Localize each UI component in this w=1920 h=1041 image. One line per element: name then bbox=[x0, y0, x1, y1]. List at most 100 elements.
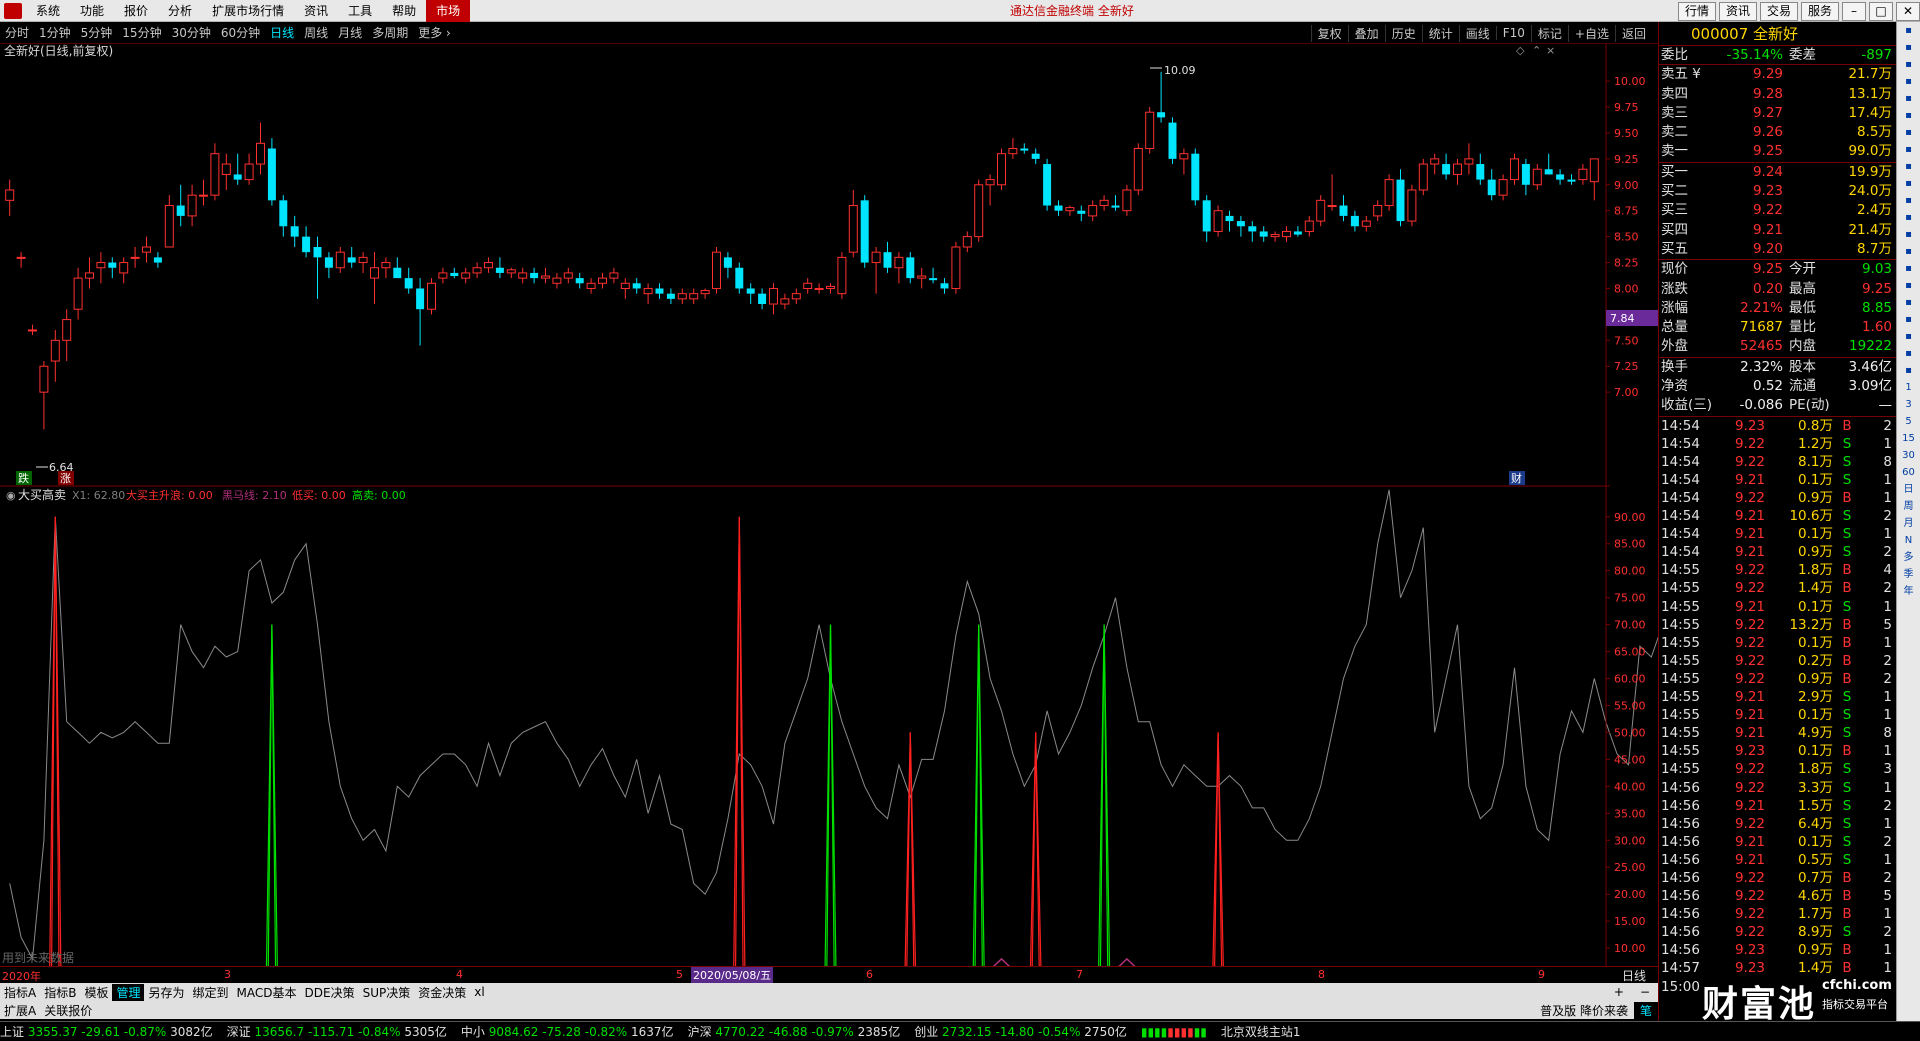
menu-quote[interactable]: 报价 bbox=[114, 0, 158, 22]
sidebar-period-年[interactable]: 年 bbox=[1897, 583, 1920, 600]
btn-trade[interactable]: 交易 bbox=[1759, 1, 1798, 21]
maximize-icon[interactable]: □ bbox=[1869, 1, 1893, 21]
chart2-icon[interactable]: ▪ bbox=[1897, 175, 1920, 192]
sidebar-period-30[interactable]: 30 bbox=[1897, 447, 1920, 464]
index-创业[interactable]: 创业 2732.15 -14.80 -0.54% 2750亿 bbox=[914, 1023, 1127, 1040]
tick-list[interactable]: 14:54 9.23 0.8万 B 2 14:54 9.22 1.2万 S 1 14:54 9.22 8… bbox=[1659, 417, 1896, 996]
chart-area[interactable]: 10.009.759.509.259.008.758.508.258.007.7… bbox=[0, 44, 1658, 968]
tool-stats[interactable]: 统计 bbox=[1421, 24, 1459, 42]
menu-help[interactable]: 帮助 bbox=[382, 0, 426, 22]
arrow-up-icon[interactable]: ▪ bbox=[1897, 56, 1920, 73]
sidebar-period-60[interactable]: 60 bbox=[1897, 464, 1920, 481]
period-more[interactable]: 更多 › bbox=[413, 24, 456, 41]
close-icon[interactable]: ✕ bbox=[1896, 1, 1920, 21]
table-icon[interactable]: ▪ bbox=[1897, 192, 1920, 209]
promo-text[interactable]: 普及版 降价来袭 bbox=[1534, 1002, 1634, 1019]
flag-icon[interactable]: ▪ bbox=[1897, 311, 1920, 328]
menu-news[interactable]: 资讯 bbox=[294, 0, 338, 22]
zoom-in-icon[interactable]: + bbox=[1606, 985, 1632, 999]
tool-add-watchlist[interactable]: +自选 bbox=[1567, 24, 1615, 42]
tool-history[interactable]: 历史 bbox=[1384, 24, 1422, 42]
btn-service[interactable]: 服务 bbox=[1800, 1, 1839, 21]
sidebar-period-多[interactable]: 多 bbox=[1897, 549, 1920, 566]
menu-extended-market[interactable]: 扩展市场行情 bbox=[202, 0, 294, 22]
period-weekly[interactable]: 周线 bbox=[299, 24, 333, 41]
sidebar-period-日[interactable]: 日 bbox=[1897, 481, 1920, 498]
sidebar-period-3[interactable]: 3 bbox=[1897, 396, 1920, 413]
line-icon[interactable]: ▪ bbox=[1897, 158, 1920, 175]
tool-f10[interactable]: F10 bbox=[1495, 26, 1531, 40]
sidebar-period-月[interactable]: 月 bbox=[1897, 515, 1920, 532]
list-icon[interactable]: ▪ bbox=[1897, 107, 1920, 124]
sidebar-period-N[interactable]: N bbox=[1897, 532, 1920, 549]
period-tick[interactable]: 分时 bbox=[0, 24, 34, 41]
tab-template[interactable]: 模板 bbox=[80, 984, 112, 1001]
diamond-icon[interactable]: ◇ bbox=[1516, 44, 1525, 57]
btn-quote[interactable]: 行情 bbox=[1677, 1, 1716, 21]
collapse-icon[interactable]: ◉ bbox=[6, 489, 16, 502]
tool-adjust[interactable]: 复权 bbox=[1310, 24, 1348, 42]
tab-bind[interactable]: 绑定到 bbox=[189, 984, 233, 1001]
chevron-up-icon[interactable]: ⌃ bbox=[1532, 44, 1541, 57]
index-中小[interactable]: 中小 9084.62 -75.28 -0.82% 1637亿 bbox=[461, 1023, 674, 1040]
tool-mark[interactable]: 标记 bbox=[1530, 24, 1568, 42]
box-icon[interactable]: ▪ bbox=[1897, 294, 1920, 311]
tool-back[interactable]: 返回 bbox=[1614, 24, 1652, 42]
plus-icon[interactable]: ▪ bbox=[1897, 260, 1920, 277]
menu-function[interactable]: 功能 bbox=[70, 0, 114, 22]
chart-icon[interactable]: ▪ bbox=[1897, 39, 1920, 56]
index-沪深[interactable]: 沪深 4770.22 -46.88 -0.97% 2385亿 bbox=[688, 1023, 901, 1040]
info-icon[interactable]: ▪ bbox=[1897, 209, 1920, 226]
tab-manage[interactable]: 管理 bbox=[112, 983, 145, 1001]
tab-indicator-a[interactable]: 指标A bbox=[0, 984, 40, 1001]
server-station[interactable]: 北京双线主站1 bbox=[1221, 1023, 1301, 1040]
bar-icon[interactable]: ▪ bbox=[1897, 90, 1920, 107]
menu-system[interactable]: 系统 bbox=[26, 0, 70, 22]
period-1min[interactable]: 1分钟 bbox=[34, 24, 76, 41]
sidebar-period-1[interactable]: 1 bbox=[1897, 379, 1920, 396]
period-60min[interactable]: 60分钟 bbox=[216, 24, 265, 41]
tab-xl[interactable]: xl bbox=[470, 985, 488, 999]
tab-indicator-b[interactable]: 指标B bbox=[40, 984, 80, 1001]
menu-analysis[interactable]: 分析 bbox=[158, 0, 202, 22]
grid-icon[interactable]: ▪ bbox=[1897, 141, 1920, 158]
index-深证[interactable]: 深证 13656.7 -115.71 -0.84% 5305亿 bbox=[227, 1023, 447, 1040]
minimize-icon[interactable]: – bbox=[1842, 1, 1866, 21]
period-5min[interactable]: 5分钟 bbox=[76, 24, 118, 41]
period-multi[interactable]: 多周期 bbox=[367, 24, 413, 41]
close-pane-icon[interactable]: × bbox=[1546, 44, 1555, 57]
tab-related-quote[interactable]: 关联报价 bbox=[40, 1002, 96, 1019]
period-30min[interactable]: 30分钟 bbox=[167, 24, 216, 41]
tool-draw[interactable]: 画线 bbox=[1458, 24, 1496, 42]
coin-icon[interactable]: ▪ bbox=[1897, 362, 1920, 379]
arrow-down-icon[interactable]: ▪ bbox=[1897, 73, 1920, 90]
period-15min[interactable]: 15分钟 bbox=[117, 24, 166, 41]
rsi-icon[interactable]: ▪ bbox=[1897, 226, 1920, 243]
sidebar-period-周[interactable]: 周 bbox=[1897, 498, 1920, 515]
gear-icon[interactable]: ▪ bbox=[1897, 243, 1920, 260]
pencil-icon[interactable]: ▪ bbox=[1897, 277, 1920, 294]
menu-market[interactable]: 市场 bbox=[426, 0, 471, 22]
index-上证[interactable]: 上证 3355.37 -29.61 -0.87% 3082亿 bbox=[0, 1023, 213, 1040]
sidebar-period-5[interactable]: 5 bbox=[1897, 413, 1920, 430]
tab-ext-a[interactable]: 扩展A bbox=[0, 1002, 40, 1019]
tab-sup[interactable]: SUP决策 bbox=[359, 984, 415, 1001]
tab-ticks[interactable]: 笔 bbox=[1633, 1001, 1658, 1019]
refresh-icon[interactable]: ▪ bbox=[1897, 22, 1920, 39]
indicator-name[interactable]: 大买高卖 bbox=[18, 487, 66, 502]
menu-tools[interactable]: 工具 bbox=[338, 0, 382, 22]
tab-macd[interactable]: MACD基本 bbox=[233, 984, 301, 1001]
tool-overlay[interactable]: 叠加 bbox=[1347, 24, 1385, 42]
zoom-out-icon[interactable]: − bbox=[1632, 985, 1658, 999]
period-monthly[interactable]: 月线 bbox=[333, 24, 367, 41]
candle-icon[interactable]: ▪ bbox=[1897, 124, 1920, 141]
tab-save-as[interactable]: 另存为 bbox=[144, 984, 188, 1001]
btn-news[interactable]: 资讯 bbox=[1718, 1, 1757, 21]
sidebar-period-季[interactable]: 季 bbox=[1897, 566, 1920, 583]
sidebar-period-15[interactable]: 15 bbox=[1897, 430, 1920, 447]
tab-dde[interactable]: DDE决策 bbox=[301, 984, 359, 1001]
tab-fund[interactable]: 资金决策 bbox=[414, 984, 470, 1001]
period-daily[interactable]: 日线 bbox=[265, 24, 299, 41]
star-icon[interactable]: ▪ bbox=[1897, 328, 1920, 345]
doc-icon[interactable]: ▪ bbox=[1897, 345, 1920, 362]
